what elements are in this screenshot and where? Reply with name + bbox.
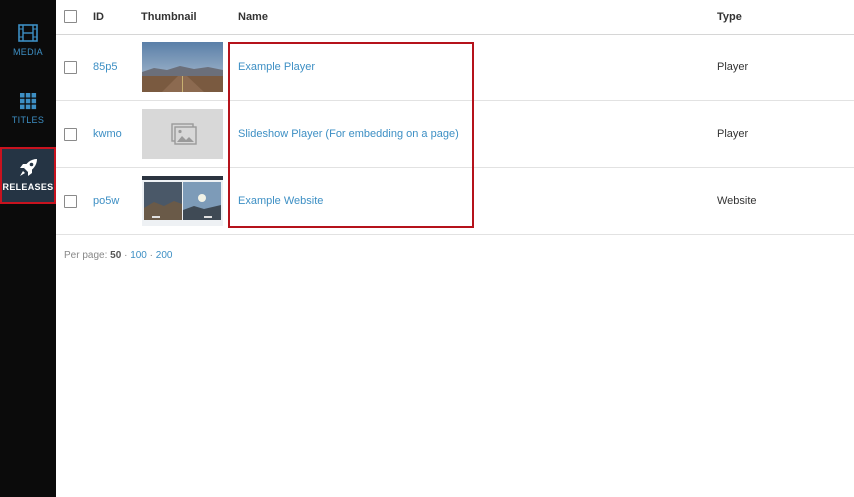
sidebar-item-media[interactable]: MEDIA [0,12,56,68]
row-name-link[interactable]: Slideshow Player (For embedding on a pag… [238,128,459,140]
row-id-link[interactable]: 85p5 [93,61,117,73]
row-type: Player [717,61,749,73]
table-row[interactable]: kwmo Slideshow Player (For embedding on … [56,101,854,168]
row-id-link[interactable]: po5w [93,195,119,207]
releases-table: ID Thumbnail Name Type 85p5 Example Play… [56,0,854,497]
sidebar-item-titles-label: TITLES [11,115,45,125]
per-page-option-100[interactable]: 100 [130,250,147,261]
row-checkbox[interactable] [64,128,77,141]
grid-icon [20,93,37,110]
per-page-label: Per page: [64,250,108,261]
per-page-selector: Per page: 50 · 100 · 200 [64,250,172,261]
row-type: Player [717,128,749,140]
row-checkbox[interactable] [64,61,77,74]
sidebar: MEDIA TITLES RELEASES [0,0,56,497]
table-header: ID Thumbnail Name Type [56,0,854,35]
film-icon [18,24,38,42]
row-name-link[interactable]: Example Player [238,61,315,73]
table-row[interactable]: po5w Example Website Website [56,168,854,235]
sidebar-item-releases-label: RELEASES [2,182,54,192]
table-row[interactable]: 85p5 Example Player Player [56,34,854,101]
column-header-id[interactable]: ID [93,11,104,23]
website-preview-thumbnail[interactable] [142,176,223,226]
rocket-icon [20,159,37,176]
per-page-separator: · [149,250,153,261]
row-checkbox[interactable] [64,195,77,208]
column-header-thumbnail: Thumbnail [141,11,197,23]
desert-road-thumbnail[interactable] [142,42,223,92]
per-page-separator: · [124,250,128,261]
column-header-name[interactable]: Name [238,11,268,23]
row-id-link[interactable]: kwmo [93,128,122,140]
sidebar-item-releases[interactable]: RELEASES [0,147,56,204]
image-placeholder-icon [171,123,197,145]
select-all-checkbox[interactable] [64,10,77,23]
row-type: Website [717,195,757,207]
image-placeholder-thumbnail[interactable] [142,109,223,159]
row-name-link[interactable]: Example Website [238,195,323,207]
column-header-type[interactable]: Type [717,11,742,23]
per-page-current: 50 [110,250,122,261]
per-page-option-200[interactable]: 200 [156,250,173,261]
sidebar-item-media-label: MEDIA [12,47,43,57]
sidebar-item-titles[interactable]: TITLES [0,80,56,136]
